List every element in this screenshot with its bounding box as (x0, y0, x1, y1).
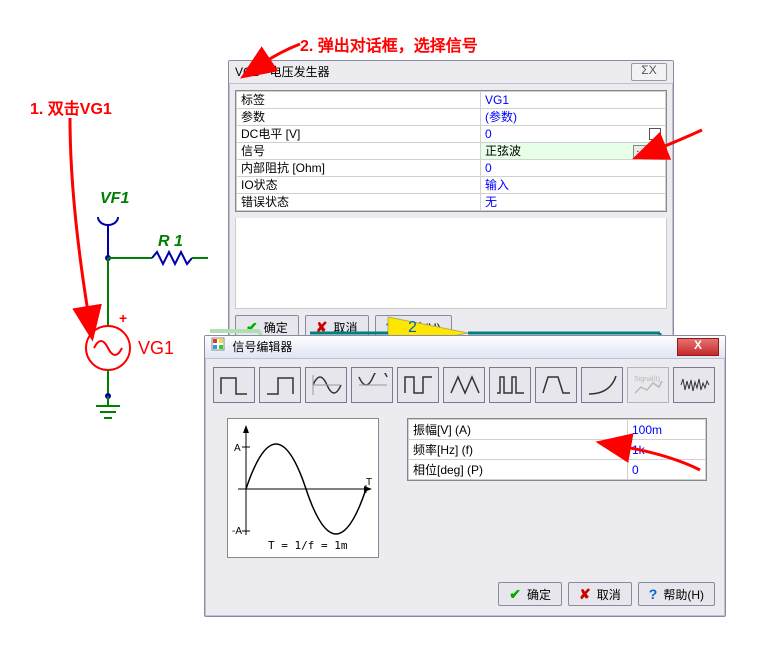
cell-value[interactable]: 1k (628, 440, 706, 460)
cell-value[interactable]: 100m (628, 420, 706, 440)
button-label: 确定 (527, 586, 551, 603)
check-icon: ✔ (509, 586, 521, 603)
wave-exponential-icon[interactable] (581, 367, 623, 403)
wave-square-icon[interactable] (397, 367, 439, 403)
help-button[interactable]: ? 帮助(H) (638, 582, 715, 606)
row-phase[interactable]: 相位[deg] (P) 0 (409, 460, 706, 480)
wave-cosine-icon[interactable] (351, 367, 393, 403)
svg-text:T = 1/f = 1m: T = 1/f = 1m (268, 539, 348, 552)
wave-triangle-icon[interactable] (443, 367, 485, 403)
svg-text:A: A (234, 443, 241, 454)
button-row: ✔ 确定 ✘ 取消 ? 帮助(H) (492, 576, 721, 612)
cell-name: 振幅[V] (A) (409, 420, 628, 440)
x-icon: ✘ (579, 586, 591, 603)
cell-value[interactable]: 0 (628, 460, 706, 480)
row-frequency[interactable]: 频率[Hz] (f) 1k (409, 440, 706, 460)
button-label: 取消 (597, 586, 621, 603)
wave-signal-t-icon[interactable]: Signal(t) (627, 367, 669, 403)
titlebar-sig[interactable]: 信号编辑器 X (205, 336, 725, 359)
signal-property-grid[interactable]: 振幅[V] (A) 100m 频率[Hz] (f) 1k 相位[deg] (P)… (407, 418, 707, 481)
signal-toolbar: Signal(t) (205, 359, 725, 411)
dialog-signal-editor: 信号编辑器 X Signal(t) A -A T T = 1/f = 1m (204, 335, 726, 617)
wave-pulse-icon[interactable] (489, 367, 531, 403)
app-icon (211, 336, 225, 358)
cell-name: 相位[deg] (P) (409, 460, 628, 480)
svg-text:T: T (366, 477, 372, 488)
svg-text:-A: -A (232, 526, 242, 537)
cell-name: 频率[Hz] (f) (409, 440, 628, 460)
waveform-preview: A -A T T = 1/f = 1m (227, 418, 379, 558)
svg-text:Signal(t): Signal(t) (634, 376, 660, 383)
help-icon: ? (649, 586, 658, 602)
cancel-button[interactable]: ✘ 取消 (568, 582, 632, 606)
wave-step-up-icon[interactable] (213, 367, 255, 403)
ok-button[interactable]: ✔ 确定 (498, 582, 562, 606)
row-amplitude[interactable]: 振幅[V] (A) 100m (409, 420, 706, 440)
wave-step-down-icon[interactable] (259, 367, 301, 403)
titlebar-title: 信号编辑器 (232, 340, 292, 354)
svg-text:2: 2 (408, 319, 417, 336)
button-label: 帮助(H) (663, 586, 704, 603)
close-button[interactable]: X (677, 338, 719, 356)
wave-sine-icon[interactable] (305, 367, 347, 403)
wave-noise-icon[interactable] (673, 367, 715, 403)
wave-trapezoid-icon[interactable] (535, 367, 577, 403)
